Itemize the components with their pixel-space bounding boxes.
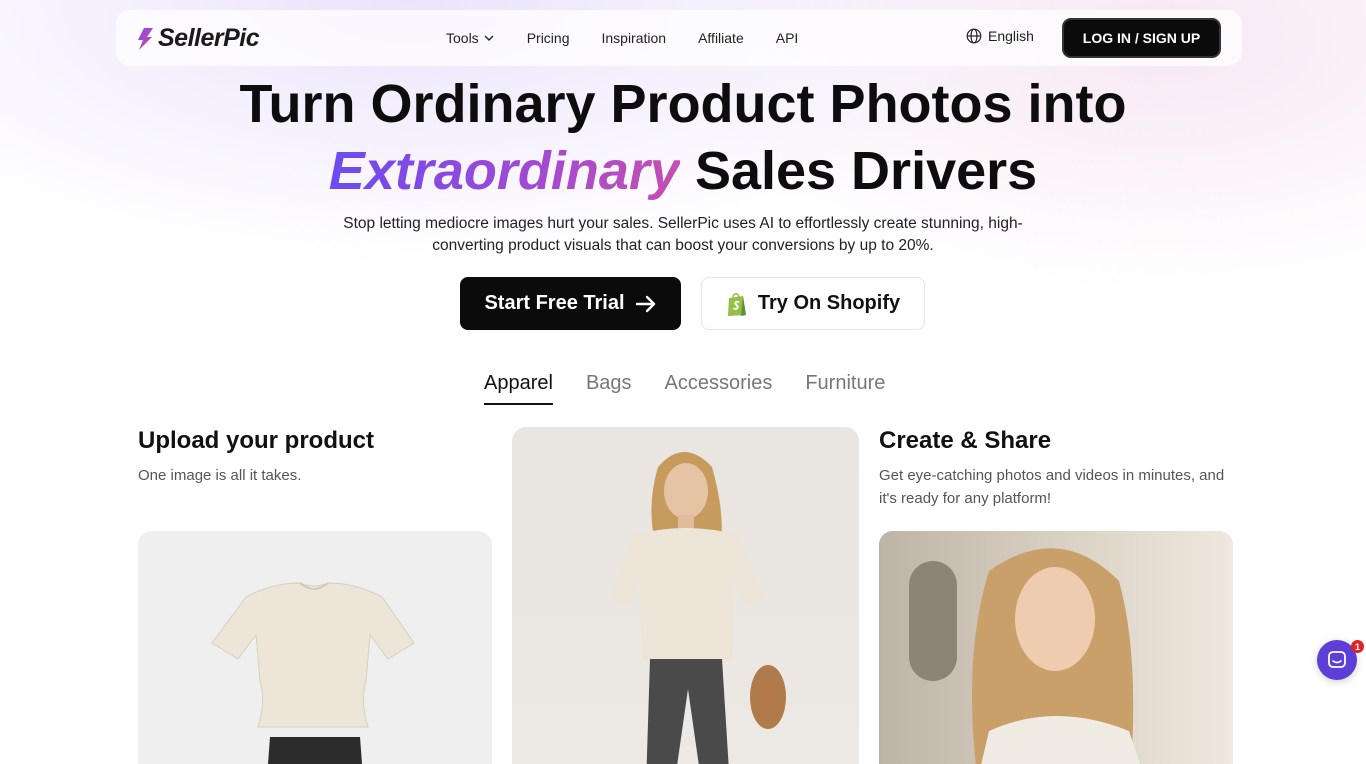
hero-title-line2: Extraordinary Sales Drivers: [0, 138, 1366, 204]
logo-bolt-icon: [138, 27, 153, 50]
hero-title-line1: Turn Ordinary Product Photos into: [239, 74, 1127, 134]
create-share-desc: Get eye-catching photos and videos in mi…: [879, 467, 1225, 507]
hero-title-highlight: Extraordinary: [328, 141, 680, 201]
chat-notification-badge: 1: [1351, 640, 1364, 653]
shopify-bag-icon: [727, 292, 746, 316]
nav-tools-label: Tools: [446, 30, 479, 46]
start-free-trial-label: Start Free Trial: [484, 292, 625, 314]
top-nav: SellerPic Tools Pricing Inspiration Affi…: [116, 10, 1242, 66]
result-image-card: [879, 531, 1233, 764]
create-share-title: Create & Share: [879, 427, 1052, 454]
hero-subtitle: Stop letting mediocre images hurt your s…: [343, 215, 1023, 254]
brand-logo[interactable]: SellerPic: [136, 24, 260, 53]
model-wearing-product-card: [512, 427, 859, 764]
start-free-trial-button[interactable]: Start Free Trial: [460, 277, 681, 330]
chevron-down-icon: [484, 35, 494, 41]
tab-apparel[interactable]: Apparel: [484, 372, 553, 405]
tab-accessories[interactable]: Accessories: [665, 372, 773, 405]
try-on-shopify-button[interactable]: Try On Shopify: [701, 277, 925, 330]
product-shirt-image: [211, 582, 415, 764]
chat-icon: [1328, 651, 1346, 668]
try-on-shopify-label: Try On Shopify: [757, 292, 901, 314]
hero-title-rest: Sales Drivers: [679, 141, 1038, 201]
nav-links: Tools Pricing Inspiration Affiliate API: [446, 10, 830, 66]
tab-bags[interactable]: Bags: [586, 372, 632, 405]
language-selector[interactable]: English: [966, 28, 1034, 44]
upload-step-desc: One image is all it takes.: [138, 467, 302, 484]
model-image: [610, 452, 786, 764]
category-tabs: Apparel Bags Accessories Furniture: [484, 372, 918, 405]
nav-api[interactable]: API: [776, 30, 799, 46]
brand-name: SellerPic: [158, 24, 260, 52]
nav-affiliate[interactable]: Affiliate: [698, 30, 744, 46]
result-portrait-image: [879, 531, 1233, 764]
tab-furniture[interactable]: Furniture: [805, 372, 885, 405]
nav-tools[interactable]: Tools: [446, 30, 495, 46]
login-signup-button[interactable]: LOG IN / SIGN UP: [1062, 18, 1221, 58]
nav-inspiration[interactable]: Inspiration: [601, 30, 666, 46]
globe-icon: [966, 28, 982, 44]
product-image-card: [138, 531, 492, 764]
upload-step-title: Upload your product: [138, 427, 374, 454]
nav-pricing[interactable]: Pricing: [527, 30, 570, 46]
language-label: English: [988, 28, 1034, 44]
arrow-right-icon: [635, 295, 655, 312]
